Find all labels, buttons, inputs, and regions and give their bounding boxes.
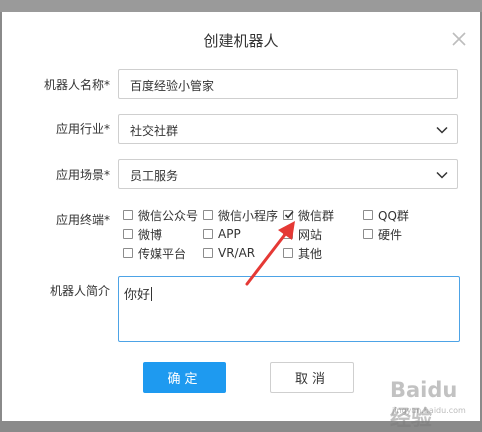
terminal-option-label: 微博: [138, 227, 163, 242]
checkbox[interactable]: [123, 248, 133, 258]
robot-name-value: 百度经验小管家: [130, 79, 215, 93]
terminal-option-app[interactable]: APP: [203, 226, 241, 242]
terminal-option-qq-group[interactable]: QQ群: [363, 207, 409, 223]
baidu-jingyan-watermark: Baidu经验 jingyan.baidu.com: [390, 378, 476, 430]
industry-select[interactable]: 社交社群: [118, 114, 458, 144]
watermark-text: Baidu经验: [390, 378, 458, 430]
industry-value: 社交社群: [130, 124, 179, 138]
scene-value: 员工服务: [130, 169, 179, 183]
terminal-option-label: 微信公众号: [138, 208, 199, 223]
chevron-down-icon: [436, 126, 448, 134]
scene-label: 应用场景*: [55, 168, 110, 182]
terminal-option-wechat-official[interactable]: 微信公众号: [123, 207, 198, 223]
intro-value: 你好: [124, 288, 151, 303]
text-caret: [151, 287, 153, 301]
industry-label: 应用行业*: [55, 122, 110, 136]
background-window-bar: [0, 0, 482, 12]
checkbox[interactable]: [123, 210, 133, 220]
scene-select[interactable]: 员工服务: [118, 159, 458, 189]
cancel-button[interactable]: 取消: [270, 362, 354, 393]
terminal-option-weibo[interactable]: 微博: [123, 226, 162, 242]
intro-label: 机器人简介: [49, 284, 110, 298]
watermark-url: jingyan.baidu.com: [392, 406, 466, 415]
terminal-option-media[interactable]: 传媒平台: [123, 245, 186, 261]
checkbox[interactable]: [203, 248, 213, 258]
dialog-title: 创建机器人: [203, 32, 279, 50]
terminal-option-label: 传媒平台: [138, 246, 187, 261]
robot-name-label: 机器人名称*: [43, 78, 110, 92]
checkbox[interactable]: [123, 229, 133, 239]
terminal-option-label: 硬件: [378, 227, 403, 242]
checkbox[interactable]: [363, 210, 373, 220]
checkbox[interactable]: [203, 229, 213, 239]
chevron-down-icon: [436, 171, 448, 179]
checkbox[interactable]: [203, 210, 213, 220]
create-robot-dialog: 创建机器人 机器人名称* 百度经验小管家 应用行业* 社交社群 应用场景* 员工…: [2, 12, 480, 430]
terminal-option-label: 微信群: [298, 208, 335, 223]
checkbox[interactable]: [363, 229, 373, 239]
terminal-option-hardware[interactable]: 硬件: [363, 226, 402, 242]
annotation-arrow-icon: [245, 221, 295, 286]
terminal-label: 应用终端*: [55, 213, 110, 227]
terminal-option-label: QQ群: [378, 208, 409, 223]
terminal-option-label: APP: [218, 227, 241, 241]
confirm-button[interactable]: 确定: [143, 362, 226, 393]
close-icon[interactable]: [448, 28, 470, 50]
robot-name-input[interactable]: 百度经验小管家: [118, 69, 458, 99]
